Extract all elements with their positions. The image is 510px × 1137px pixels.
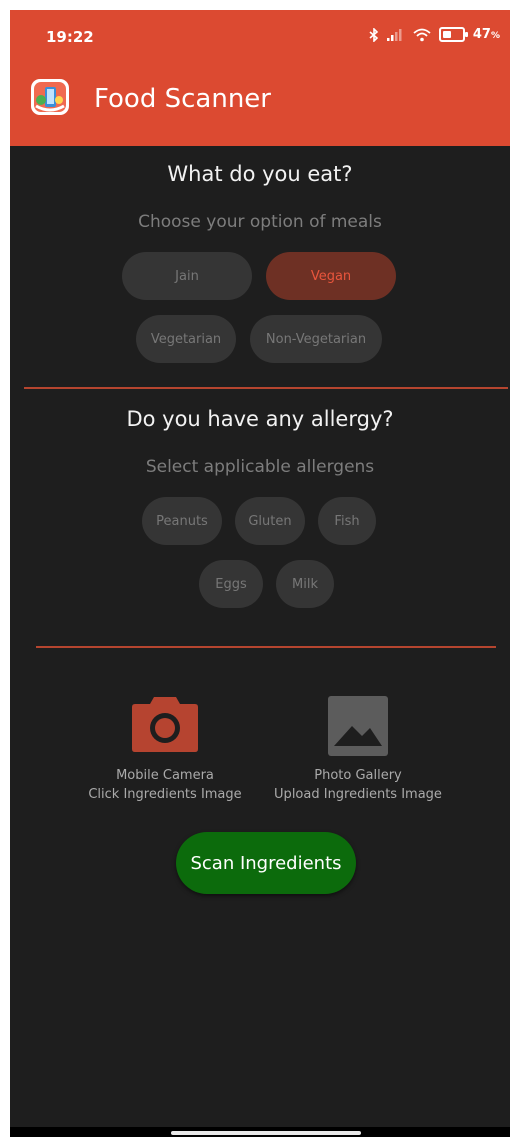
allergen-option-eggs[interactable]: Eggs bbox=[199, 560, 263, 608]
bluetooth-icon bbox=[369, 27, 379, 42]
app-bar: Food Scanner bbox=[10, 56, 510, 146]
meal-option-jain[interactable]: Jain bbox=[122, 252, 252, 300]
allergen-option-fish[interactable]: Fish bbox=[318, 497, 376, 545]
allergen-option-peanuts[interactable]: Peanuts bbox=[142, 497, 222, 545]
signal-icon bbox=[386, 28, 402, 41]
app-title: Food Scanner bbox=[94, 84, 271, 114]
allergy-title: Do you have any allergy? bbox=[126, 407, 394, 431]
meals-subtitle: Choose your option of meals bbox=[138, 212, 382, 232]
scan-ingredients-button[interactable]: Scan Ingredients bbox=[176, 832, 356, 894]
allergy-subtitle: Select applicable allergens bbox=[145, 457, 375, 477]
camera-source-label[interactable]: Mobile Camera Click Ingredients Image bbox=[65, 766, 265, 804]
gallery-source-title: Photo Gallery bbox=[314, 768, 402, 783]
image-icon[interactable] bbox=[328, 696, 388, 756]
battery-level: 47% bbox=[472, 27, 500, 42]
section-divider bbox=[24, 387, 508, 389]
status-time: 19:22 bbox=[46, 28, 94, 46]
battery-icon bbox=[438, 27, 468, 42]
meal-option-vegetarian[interactable]: Vegetarian bbox=[136, 315, 236, 363]
gallery-source-subtitle: Upload Ingredients Image bbox=[274, 787, 442, 802]
camera-source-subtitle: Click Ingredients Image bbox=[88, 787, 242, 802]
allergen-option-gluten[interactable]: Gluten bbox=[235, 497, 305, 545]
camera-icon[interactable] bbox=[132, 694, 198, 752]
status-icons: 47% bbox=[369, 27, 500, 42]
app-screen: 19:22 47% Food Scanner What do you eat? … bbox=[10, 10, 510, 1137]
meal-option-non-vegetarian[interactable]: Non-Vegetarian bbox=[250, 315, 382, 363]
camera-source-title: Mobile Camera bbox=[116, 768, 214, 783]
wifi-icon bbox=[413, 28, 431, 41]
meal-option-vegan[interactable]: Vegan bbox=[266, 252, 396, 300]
meals-title: What do you eat? bbox=[167, 162, 353, 186]
status-bar: 19:22 47% bbox=[10, 10, 510, 56]
home-indicator[interactable] bbox=[171, 1131, 361, 1135]
section-divider-2 bbox=[36, 646, 496, 648]
allergen-option-milk[interactable]: Milk bbox=[276, 560, 334, 608]
gesture-nav-bar bbox=[10, 1127, 510, 1137]
food-scanner-app-icon bbox=[31, 79, 69, 115]
gallery-source-label[interactable]: Photo Gallery Upload Ingredients Image bbox=[258, 766, 458, 804]
